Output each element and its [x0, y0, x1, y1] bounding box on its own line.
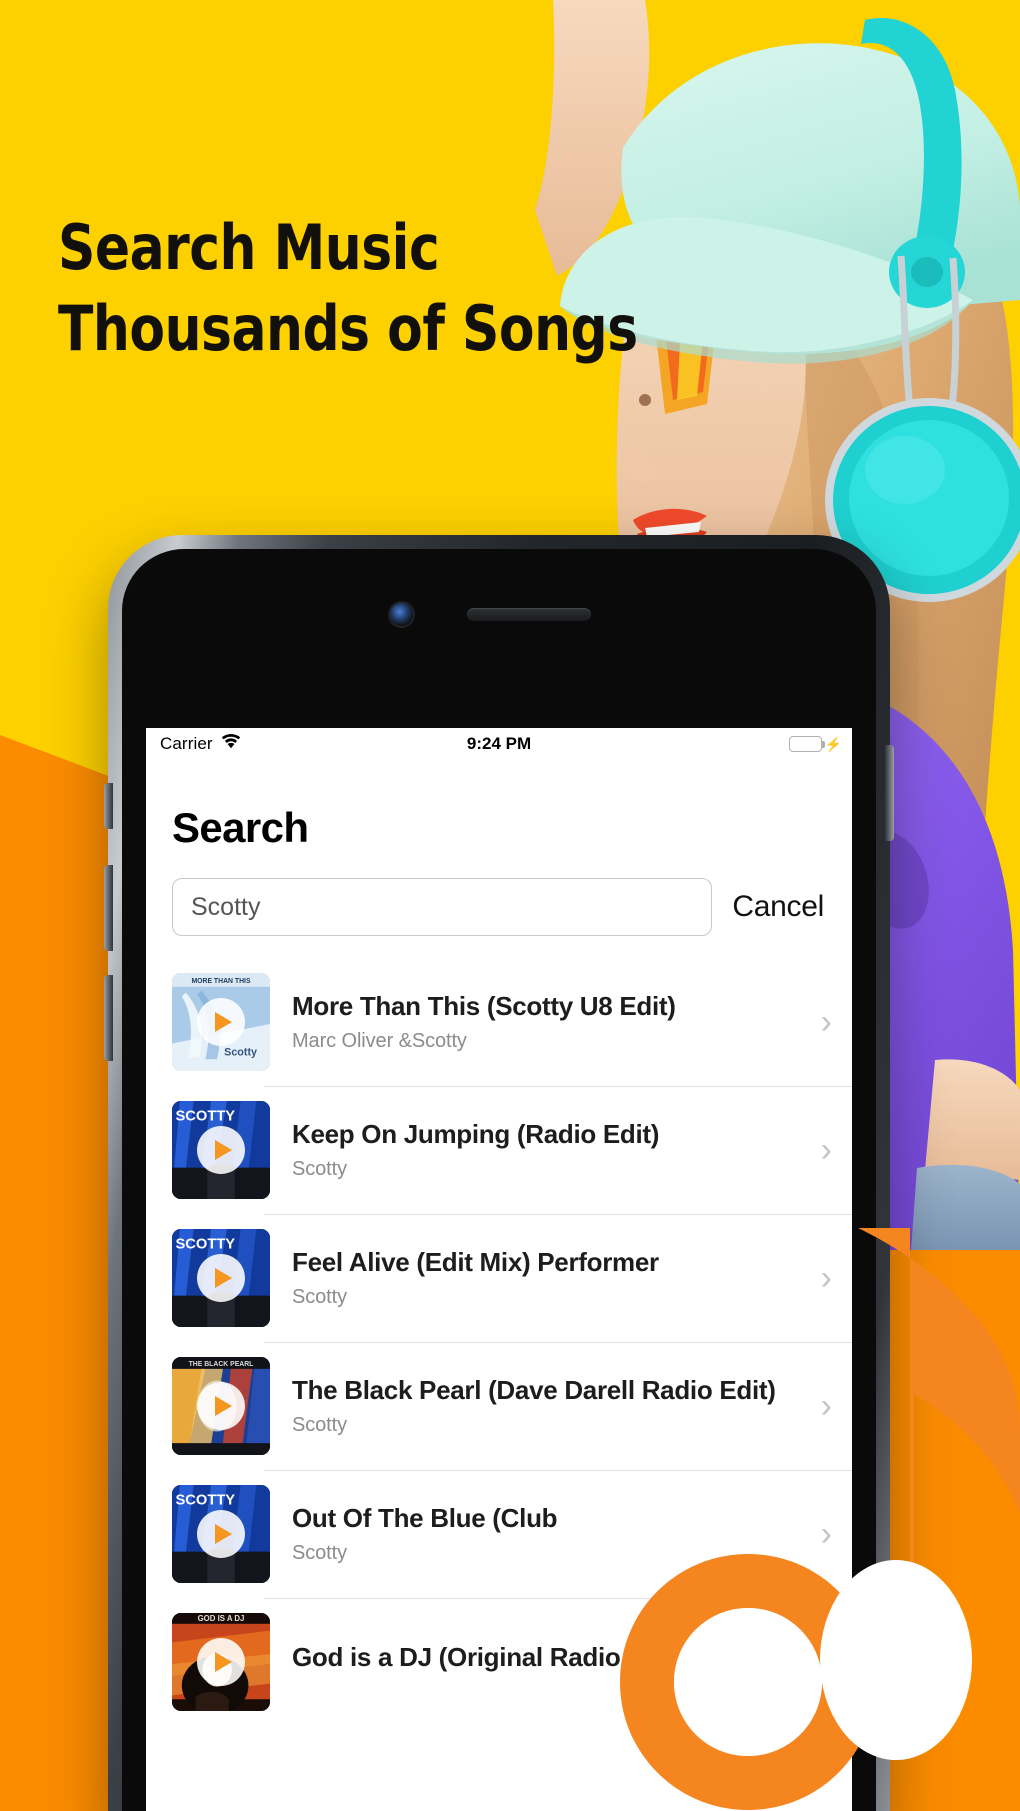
phone-screen: Carrier 9:24 PM ⚡ Search Scotty Cancel M… [146, 728, 852, 1811]
mute-switch-button[interactable] [104, 783, 113, 829]
table-row[interactable]: THE BLACK PEARL The Black Pearl (Dave Da… [146, 1342, 852, 1470]
play-icon[interactable] [197, 1254, 245, 1302]
table-row[interactable]: SCOTTY Feel Alive (Edit Mix) Performer S… [146, 1214, 852, 1342]
status-bar-time: 9:24 PM [466, 734, 532, 753]
track-info: Feel Alive (Edit Mix) Performer Scotty [270, 1247, 821, 1309]
track-artist: Scotty [292, 1542, 347, 1565]
chevron-right-icon[interactable]: › [821, 1645, 838, 1679]
svg-text:GOD IS A DJ: GOD IS A DJ [198, 1614, 245, 1623]
track-title: The Black Pearl (Dave Darell Radio Edit) [292, 1374, 776, 1405]
album-artwork[interactable]: GOD IS A DJ [172, 1613, 270, 1711]
front-camera-icon [390, 603, 413, 626]
play-icon[interactable] [197, 1126, 245, 1174]
volume-up-button[interactable] [104, 865, 113, 951]
track-title: Out Of The Blue (Club [292, 1502, 558, 1533]
table-row[interactable]: SCOTTY Out Of The Blue (Club Scotty › [146, 1470, 852, 1598]
battery-icon [788, 736, 825, 752]
status-bar: Carrier 9:24 PM ⚡ [146, 728, 852, 760]
svg-text:SCOTTY: SCOTTY [176, 1237, 236, 1253]
power-button[interactable] [885, 745, 894, 841]
album-artwork[interactable]: MORE THAN THIS Scotty [172, 973, 270, 1071]
chevron-right-icon[interactable]: › [821, 1517, 838, 1551]
lightning-bolt-icon: ⚡ [824, 736, 842, 752]
track-info: Out Of The Blue (Club Scotty [270, 1503, 821, 1565]
track-info: Keep On Jumping (Radio Edit) Scotty [270, 1119, 821, 1181]
track-title: Feel Alive (Edit Mix) Performer [292, 1246, 659, 1277]
table-row[interactable]: MORE THAN THIS Scotty More Than This (Sc… [146, 958, 852, 1086]
track-title: More Than This (Scotty U8 Edit) [292, 990, 676, 1021]
album-artwork[interactable]: SCOTTY [172, 1485, 270, 1583]
earpiece-speaker [467, 608, 591, 621]
status-bar-left: Carrier [160, 734, 241, 754]
phone-mockup: Carrier 9:24 PM ⚡ Search Scotty Cancel M… [104, 535, 894, 1811]
chevron-right-icon[interactable]: › [821, 1133, 838, 1167]
status-bar-right: ⚡ [788, 736, 842, 752]
table-row[interactable]: SCOTTY Keep On Jumping (Radio Edit) Scot… [146, 1086, 852, 1214]
play-icon[interactable] [197, 998, 245, 1046]
search-results-list: MORE THAN THIS Scotty More Than This (Sc… [146, 958, 852, 1726]
carrier-label: Carrier [160, 734, 213, 753]
track-info: God is a DJ (Original Radio Version) [270, 1642, 821, 1681]
wifi-icon [221, 734, 241, 754]
svg-text:MORE THAN THIS: MORE THAN THIS [191, 978, 250, 985]
track-artist: Scotty [292, 1414, 347, 1437]
track-title: God is a DJ (Original Radio Version) [292, 1642, 728, 1673]
search-input-value: Scotty [191, 892, 261, 921]
promo-headline: Search Music Thousands of Songs [58, 208, 638, 369]
chevron-right-icon[interactable]: › [821, 1261, 838, 1295]
svg-text:SCOTTY: SCOTTY [176, 1493, 236, 1509]
track-artist: Scotty [292, 1286, 347, 1309]
svg-text:THE BLACK PEARL: THE BLACK PEARL [189, 1361, 254, 1368]
album-artwork[interactable]: SCOTTY [172, 1101, 270, 1199]
track-info: The Black Pearl (Dave Darell Radio Edit)… [270, 1375, 821, 1437]
table-row[interactable]: GOD IS A DJ God is a DJ (Original Radio … [146, 1598, 852, 1726]
search-bar-row: Scotty Cancel [146, 852, 852, 936]
svg-text:SCOTTY: SCOTTY [176, 1109, 236, 1125]
headline-line-2: Thousands of Songs [58, 291, 638, 365]
chevron-right-icon[interactable]: › [821, 1005, 838, 1039]
album-artwork[interactable]: THE BLACK PEARL [172, 1357, 270, 1455]
cancel-button[interactable]: Cancel [732, 890, 826, 924]
chevron-right-icon[interactable]: › [821, 1389, 838, 1423]
search-input[interactable]: Scotty [172, 878, 713, 936]
svg-text:Scotty: Scotty [224, 1046, 257, 1058]
play-icon[interactable] [197, 1638, 245, 1686]
volume-down-button[interactable] [104, 975, 113, 1061]
play-icon[interactable] [197, 1510, 245, 1558]
page-title: Search [172, 804, 309, 851]
album-artwork[interactable]: SCOTTY [172, 1229, 270, 1327]
track-title: Keep On Jumping (Radio Edit) [292, 1118, 660, 1149]
track-info: More Than This (Scotty U8 Edit) Marc Oli… [270, 991, 821, 1053]
headline-line-1: Search Music [58, 211, 440, 284]
track-artist: Scotty [292, 1158, 347, 1181]
play-icon[interactable] [197, 1382, 245, 1430]
track-artist: Marc Oliver &Scotty [292, 1030, 467, 1053]
